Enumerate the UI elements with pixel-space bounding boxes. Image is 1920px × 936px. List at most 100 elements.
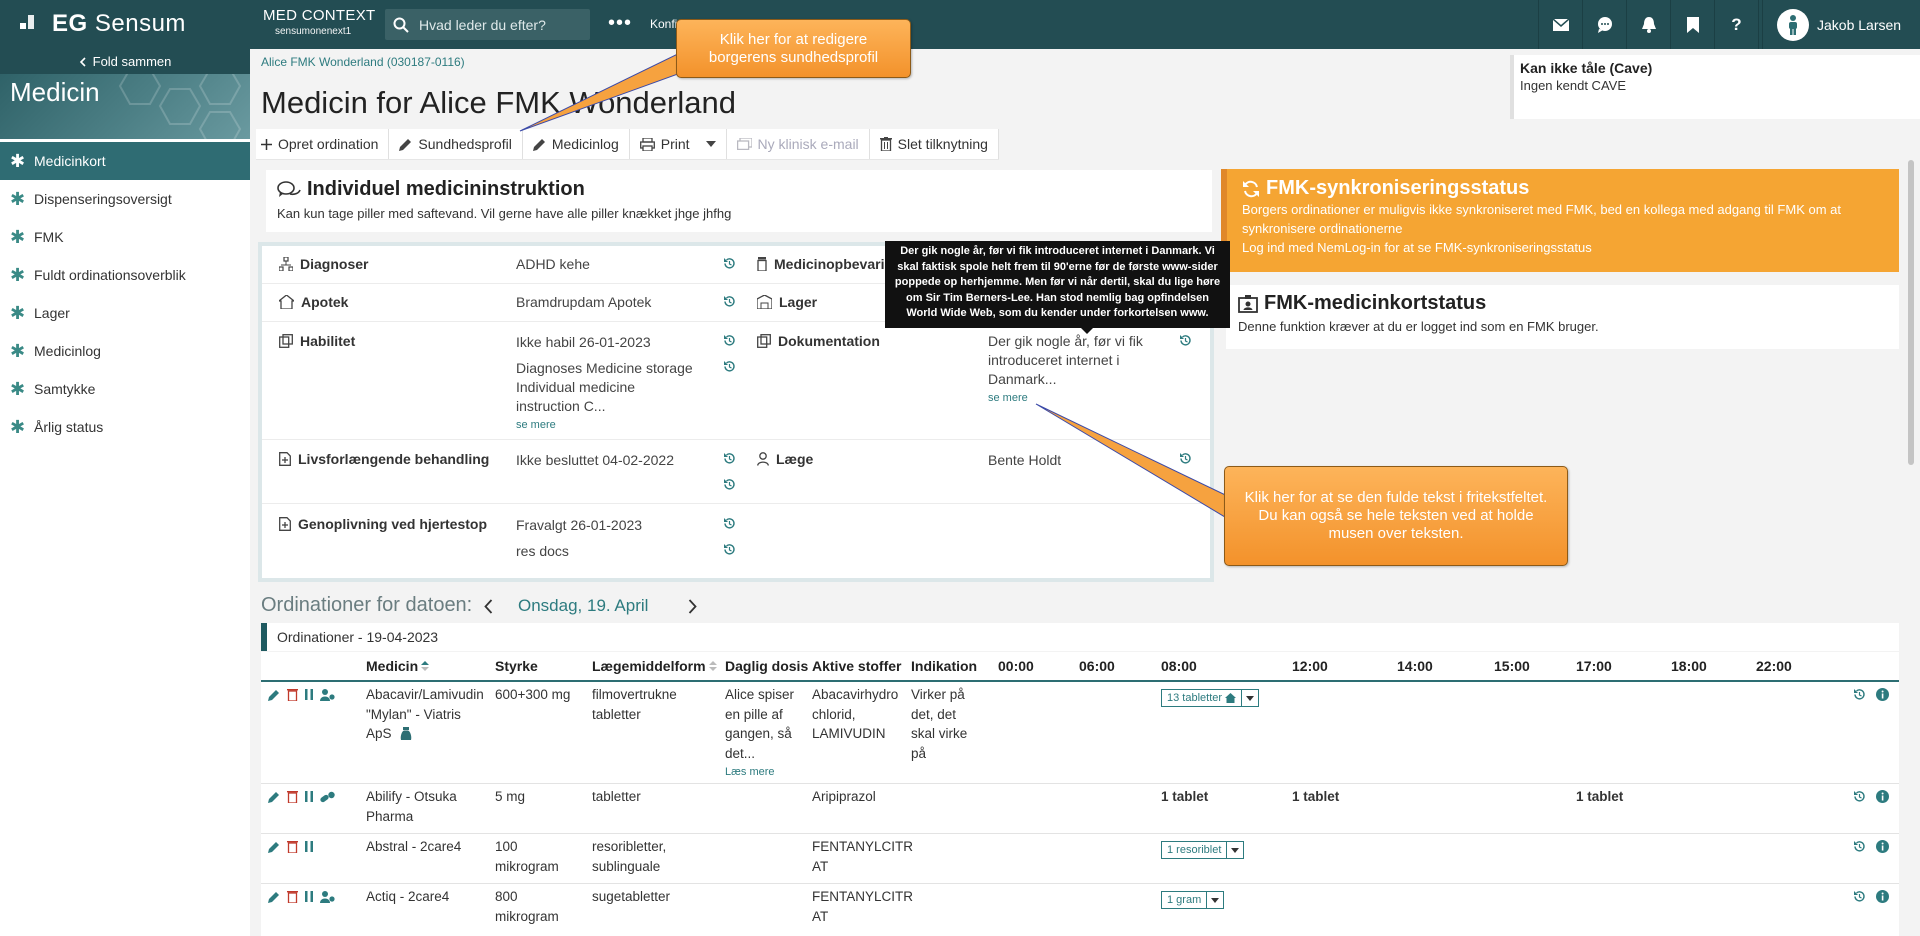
- tooltip-line: Der gik nogle år, før vi fik introducere…: [900, 245, 1215, 257]
- sidebar-item-fuldt-ordinationsoverblik[interactable]: ✱ Fuldt ordinationsoverblik: [0, 256, 250, 294]
- history-icon[interactable]: [723, 478, 736, 491]
- chevron-left-icon[interactable]: [484, 598, 493, 614]
- table-row[interactable]: Actiq - 2care4 800 mikrogram sugetablett…: [261, 884, 1899, 936]
- pills-icon[interactable]: [320, 791, 335, 803]
- trash-icon[interactable]: [287, 790, 298, 803]
- sidebar-item-fmk[interactable]: ✱ FMK: [0, 218, 250, 256]
- sundhedsprofil-button[interactable]: Sundhedsprofil: [389, 129, 523, 159]
- se-mere-link[interactable]: se mere: [988, 389, 1143, 408]
- history-icon[interactable]: [723, 452, 736, 465]
- laes-mere-link[interactable]: Læs mere: [725, 763, 794, 783]
- trash-icon[interactable]: [287, 688, 298, 701]
- text-line: FENTANYLCITR: [812, 889, 914, 904]
- eg-sensum-logo[interactable]: EG Sensum: [20, 10, 186, 38]
- history-icon[interactable]: [1179, 452, 1192, 465]
- opret-label: Opret ordination: [278, 136, 379, 152]
- medicinlog-button[interactable]: Medicinlog: [523, 129, 630, 159]
- column-header-medicin[interactable]: Medicin: [366, 652, 430, 680]
- plus-icon: [261, 138, 272, 150]
- history-icon[interactable]: [1853, 790, 1866, 803]
- page-scrollbar[interactable]: [1908, 160, 1914, 465]
- bell-icon[interactable]: [1626, 0, 1670, 49]
- column-header-laegemiddelform[interactable]: Lægemiddelform: [592, 652, 717, 680]
- print-button[interactable]: Print: [630, 129, 727, 159]
- history-icon[interactable]: [723, 257, 736, 270]
- user-settings-icon[interactable]: [320, 890, 335, 903]
- info-icon[interactable]: [1876, 688, 1889, 701]
- history-icon[interactable]: [1179, 334, 1192, 347]
- text-line: instruction C...: [516, 398, 606, 414]
- pencil-icon[interactable]: [268, 891, 280, 903]
- label-text: Livsforlængende behandling: [298, 451, 490, 467]
- pause-icon[interactable]: [305, 891, 313, 902]
- context-selector[interactable]: MED CONTEXT sensumonenext1: [263, 7, 375, 37]
- history-icon[interactable]: [723, 517, 736, 530]
- konfiguration-menu[interactable]: Konfi: [650, 17, 677, 31]
- info-icon[interactable]: [1876, 890, 1889, 903]
- dose-dropdown[interactable]: 1 gram: [1161, 891, 1225, 909]
- callout-line: musen over teksten.: [1328, 525, 1464, 542]
- dokumentation-value[interactable]: Der gik nogle år, før vi fik introducere…: [988, 332, 1143, 408]
- ny-klinisk-email-button[interactable]: Ny klinisk e-mail: [727, 129, 870, 159]
- sidebar-item-medicinlog[interactable]: ✱ Medicinlog: [0, 332, 250, 370]
- se-mere-link[interactable]: se mere: [516, 416, 693, 435]
- bottle-icon: [757, 257, 767, 271]
- mail-icon[interactable]: [1538, 0, 1582, 49]
- more-menu-button[interactable]: •••: [608, 12, 632, 35]
- user-settings-icon[interactable]: [320, 688, 335, 701]
- info-icon[interactable]: [1876, 840, 1889, 853]
- history-icon[interactable]: [1853, 840, 1866, 853]
- dose-dropdown[interactable]: 13 tabletter: [1161, 689, 1260, 707]
- text-line: gangen, så: [725, 726, 792, 741]
- info-icon[interactable]: [1876, 790, 1889, 803]
- global-search[interactable]: [385, 9, 590, 40]
- caret-down-icon[interactable]: [705, 141, 716, 147]
- history-icon[interactable]: [1853, 688, 1866, 701]
- slet-tilknytning-button[interactable]: Slet tilknytning: [870, 129, 999, 159]
- sidebar-item-aarlig-status[interactable]: ✱ Årlig status: [0, 408, 250, 446]
- sidebar-item-dispenseringsoversigt[interactable]: ✱ Dispenseringsoversigt: [0, 180, 250, 218]
- help-icon[interactable]: ?: [1714, 0, 1758, 49]
- dose-dropdown[interactable]: 1 resoriblet: [1161, 841, 1245, 859]
- breadcrumb[interactable]: Alice FMK Wonderland (030187-0116): [261, 55, 465, 69]
- selected-date[interactable]: Onsdag, 19. April: [518, 596, 648, 616]
- pencil-icon[interactable]: [268, 841, 280, 853]
- history-icon[interactable]: [723, 334, 736, 347]
- callout-line: Du kan også se hele teksten ved at holde: [1258, 507, 1534, 524]
- history-icon[interactable]: [723, 360, 736, 373]
- dose-text: 13 tabletter: [1167, 692, 1223, 704]
- search-input[interactable]: [419, 16, 579, 33]
- sidebar-item-lager[interactable]: ✱ Lager: [0, 294, 250, 332]
- opret-ordination-button[interactable]: Opret ordination: [256, 129, 390, 159]
- user-menu[interactable]: Jakob Larsen: [1762, 0, 1920, 49]
- table-row[interactable]: Abacavir/Lamivudin "Mylan" - Viatris ApS…: [261, 682, 1899, 784]
- fold-sidebar-button[interactable]: Fold sammen: [0, 49, 250, 74]
- chevron-right-icon[interactable]: [688, 598, 698, 614]
- column-header-daglig-dosis[interactable]: Daglig dosis: [725, 652, 808, 680]
- table-row[interactable]: Abilify - Otsuka Pharma 5 mg tabletter A…: [261, 784, 1899, 834]
- table-row[interactable]: Abstral - 2care4 100 mikrogram resorible…: [261, 834, 1899, 884]
- column-header-aktive-stoffer[interactable]: Aktive stoffer: [812, 652, 901, 680]
- trash-icon[interactable]: [287, 890, 298, 903]
- chat-icon[interactable]: [1582, 0, 1626, 49]
- sidebar-item-medicinkort[interactable]: ✱ Medicinkort: [0, 142, 250, 180]
- chevron-down-icon[interactable]: [1242, 695, 1258, 701]
- id-card-icon: [1238, 294, 1258, 313]
- column-header-styrke[interactable]: Styrke: [495, 652, 538, 680]
- column-header-indikation[interactable]: Indikation: [911, 652, 977, 680]
- chevron-down-icon[interactable]: [1207, 897, 1223, 903]
- chevron-down-icon[interactable]: [1227, 847, 1243, 853]
- history-icon[interactable]: [1853, 890, 1866, 903]
- pencil-icon[interactable]: [268, 689, 280, 701]
- pause-icon[interactable]: [305, 689, 313, 700]
- bookmark-icon[interactable]: [1670, 0, 1714, 49]
- trash-icon[interactable]: [287, 840, 298, 853]
- history-icon[interactable]: [723, 295, 736, 308]
- pause-icon[interactable]: [305, 791, 313, 802]
- sidebar-item-samtykke[interactable]: ✱ Samtykke: [0, 370, 250, 408]
- fmk-sync-login-text[interactable]: Log ind med NemLog-in for at se FMK-synk…: [1242, 238, 1884, 257]
- pencil-icon: [532, 138, 545, 151]
- pencil-icon[interactable]: [268, 791, 280, 803]
- pause-icon[interactable]: [305, 841, 313, 852]
- history-icon[interactable]: [723, 543, 736, 556]
